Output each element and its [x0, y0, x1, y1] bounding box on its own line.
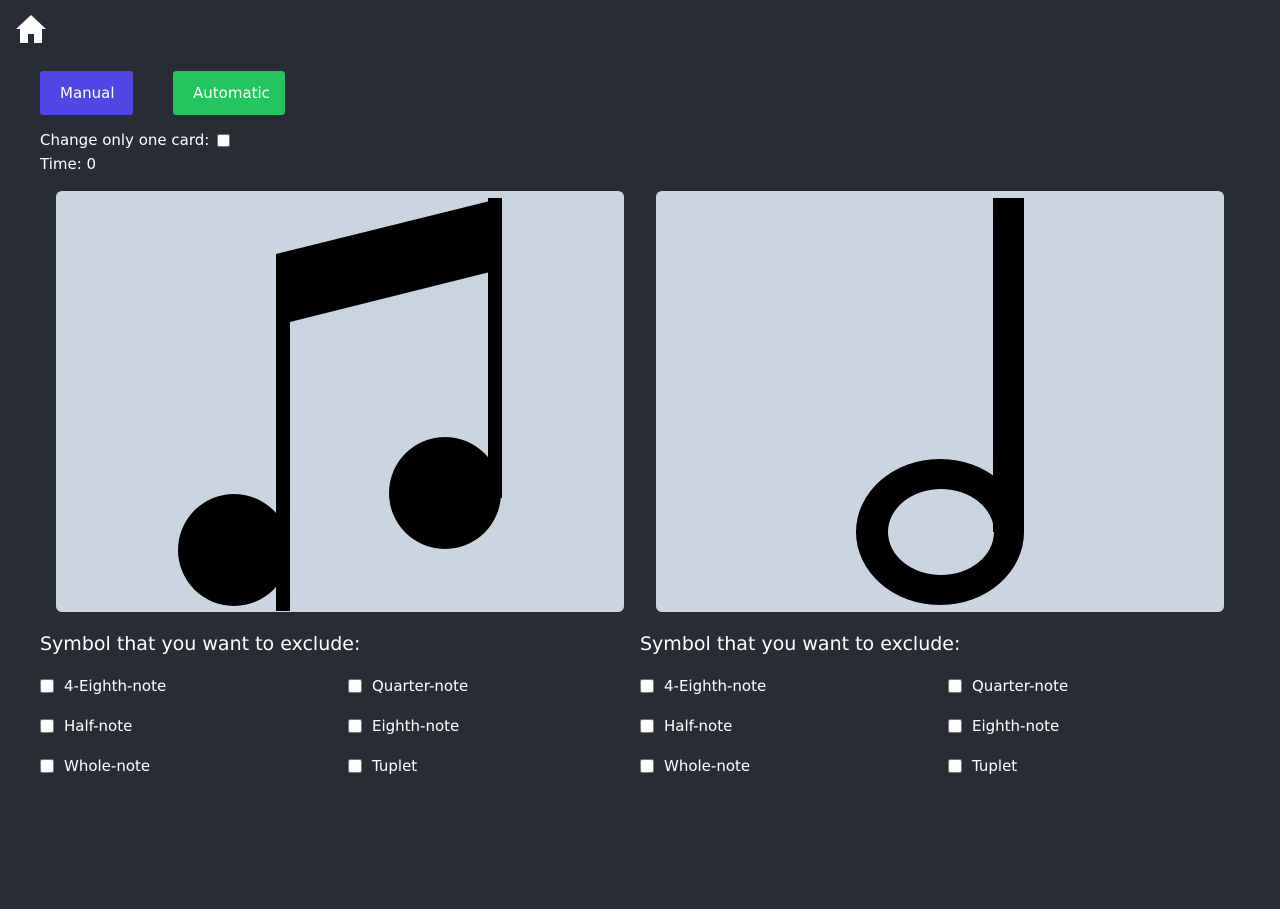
change-one-card-label: Change only one card:	[40, 131, 210, 149]
exclude-checkbox[interactable]	[348, 679, 362, 693]
exclude-panel-right: Symbol that you want to exclude: 4-Eight…	[640, 630, 1240, 778]
exclude-option-eighth-note[interactable]: Eighth-note	[348, 714, 648, 738]
exclude-option-half-note[interactable]: Half-note	[640, 714, 948, 738]
exclude-option-label: Quarter-note	[972, 677, 1069, 695]
exclude-option-half-note[interactable]: Half-note	[40, 714, 348, 738]
exclude-option-label: Tuplet	[972, 757, 1018, 775]
exclude-option-eighth-note[interactable]: Eighth-note	[948, 714, 1248, 738]
manual-button[interactable]: Manual	[40, 71, 133, 115]
exclude-checkbox[interactable]	[948, 719, 962, 733]
exclude-option-label: Eighth-note	[972, 717, 1060, 735]
beamed-eighth-notes-icon	[178, 198, 502, 611]
exclude-option-label: Half-note	[664, 717, 733, 735]
exclude-checkbox[interactable]	[948, 759, 962, 773]
home-icon[interactable]	[15, 13, 47, 45]
page: Manual Automatic Change only one card: T…	[0, 0, 1280, 909]
exclude-option-quarter-note[interactable]: Quarter-note	[948, 674, 1248, 698]
exclude-option-whole-note[interactable]: Whole-note	[40, 754, 348, 778]
exclude-option-label: Tuplet	[372, 757, 418, 775]
exclude-checkbox[interactable]	[40, 719, 54, 733]
exclude-checkbox[interactable]	[640, 679, 654, 693]
half-note-icon	[856, 198, 1024, 605]
exclude-option-label: Whole-note	[664, 757, 751, 775]
exclude-option-tuplet[interactable]: Tuplet	[948, 754, 1248, 778]
exclude-option-tuplet[interactable]: Tuplet	[348, 754, 648, 778]
change-one-card-option: Change only one card:	[40, 130, 231, 150]
exclude-option-label: Whole-note	[64, 757, 151, 775]
automatic-button[interactable]: Automatic	[173, 71, 285, 115]
exclude-options: 4-Eighth-note Quarter-note Half-note Eig…	[40, 674, 640, 778]
exclude-option-label: Quarter-note	[372, 677, 469, 695]
exclude-option-label: Half-note	[64, 717, 133, 735]
exclude-option-4-eighth-note[interactable]: 4-Eighth-note	[40, 674, 348, 698]
exclude-checkbox[interactable]	[640, 719, 654, 733]
mode-buttons: Manual Automatic	[40, 71, 285, 115]
exclude-option-label: 4-Eighth-note	[664, 677, 767, 695]
change-one-card-checkbox[interactable]	[217, 133, 231, 147]
time-display: Time: 0	[40, 155, 97, 173]
exclude-panel-left: Symbol that you want to exclude: 4-Eight…	[40, 630, 640, 778]
exclude-option-whole-note[interactable]: Whole-note	[640, 754, 948, 778]
exclude-option-quarter-note[interactable]: Quarter-note	[348, 674, 648, 698]
exclude-checkbox[interactable]	[40, 679, 54, 693]
exclude-option-4-eighth-note[interactable]: 4-Eighth-note	[640, 674, 948, 698]
exclude-checkbox[interactable]	[348, 759, 362, 773]
exclude-checkbox[interactable]	[40, 759, 54, 773]
symbol-card-left[interactable]	[56, 191, 624, 612]
exclude-checkbox[interactable]	[348, 719, 362, 733]
exclude-option-label: 4-Eighth-note	[64, 677, 167, 695]
exclude-option-label: Eighth-note	[372, 717, 460, 735]
exclude-checkbox[interactable]	[640, 759, 654, 773]
exclude-checkbox[interactable]	[948, 679, 962, 693]
exclude-title: Symbol that you want to exclude:	[640, 633, 961, 655]
exclude-title: Symbol that you want to exclude:	[40, 633, 361, 655]
exclude-options: 4-Eighth-note Quarter-note Half-note Eig…	[640, 674, 1240, 778]
symbol-card-right[interactable]	[656, 191, 1224, 612]
